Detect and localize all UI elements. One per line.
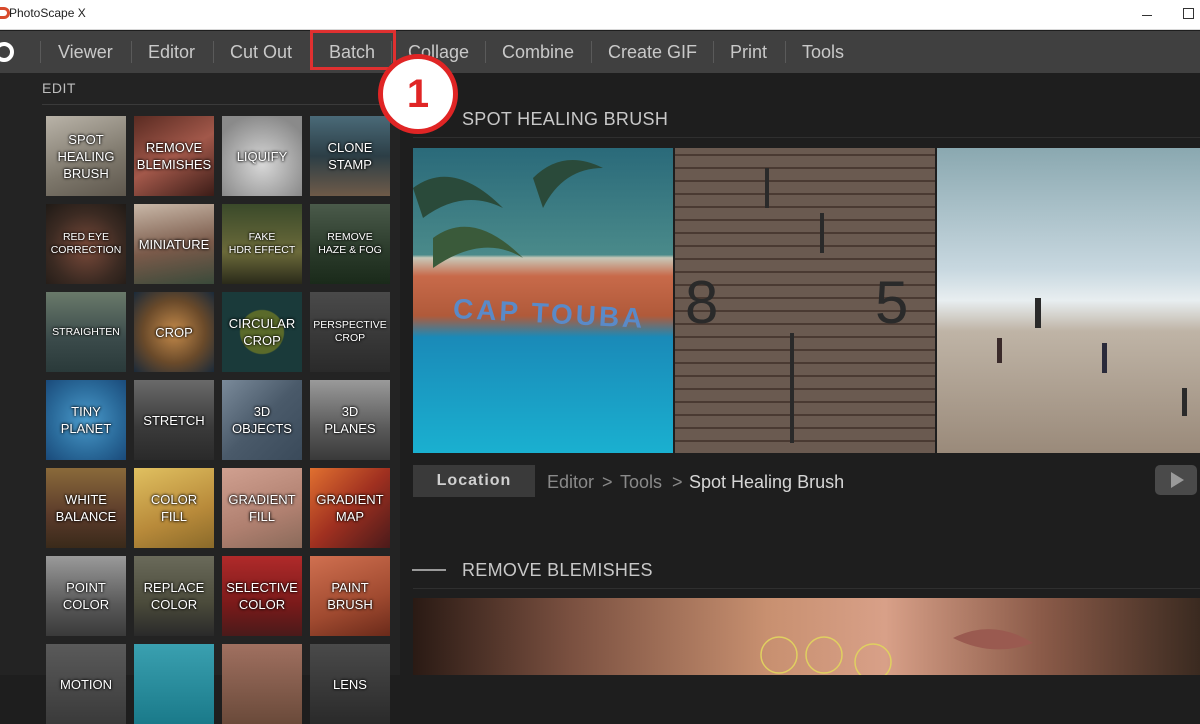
tool-clone-stamp[interactable]: CLONE STAMP bbox=[310, 116, 390, 196]
section-title-remove-blemishes: REMOVE BLEMISHES bbox=[462, 560, 653, 580]
tool-label: SPOT HEALING BRUSH bbox=[57, 131, 115, 181]
tool-tile[interactable] bbox=[134, 644, 214, 724]
tool-label: SELECTIVE COLOR bbox=[226, 580, 298, 612]
tool-label: STRAIGHTEN bbox=[52, 325, 120, 338]
tool-label: CIRCULAR CROP bbox=[228, 316, 296, 348]
menu-separator bbox=[213, 41, 214, 63]
tool-label: REMOVE HAZE & FOG bbox=[318, 231, 382, 256]
main-menu-bar: Viewer Editor Cut Out Batch Collage Comb… bbox=[0, 31, 1200, 73]
section-title-spot-healing: SPOT HEALING BRUSH bbox=[462, 109, 669, 129]
breadcrumb-current: Spot Healing Brush bbox=[689, 472, 845, 492]
tool-gradient-fill[interactable]: GRADIENT FILL bbox=[222, 468, 302, 548]
play-video-button[interactable] bbox=[1155, 465, 1197, 495]
tool-lens[interactable]: LENS bbox=[310, 644, 390, 724]
menu-cut-out[interactable]: Cut Out bbox=[230, 31, 292, 73]
tool-label: MINIATURE bbox=[138, 236, 210, 252]
tool-label: CROP bbox=[155, 324, 193, 340]
menu-separator bbox=[785, 41, 786, 63]
tool-liquify[interactable]: LIQUIFY bbox=[222, 116, 302, 196]
tool-label: FAKE HDR EFFECT bbox=[228, 231, 296, 256]
tool-remove-blemishes[interactable]: REMOVE BLEMISHES bbox=[134, 116, 214, 196]
breadcrumb-tools[interactable]: Tools bbox=[620, 472, 662, 493]
tool-label: GRADIENT FILL bbox=[228, 492, 296, 524]
tool-label: CLONE STAMP bbox=[327, 140, 373, 172]
batch-highlight-box bbox=[310, 30, 396, 70]
tool-label: POINT COLOR bbox=[62, 580, 110, 612]
tool-label: GRADIENT MAP bbox=[316, 492, 384, 524]
tool-circular-crop[interactable]: CIRCULAR CROP bbox=[222, 292, 302, 372]
edit-section-label: EDIT bbox=[42, 80, 76, 96]
blemish-markers-graphic bbox=[760, 629, 1033, 675]
maximize-button[interactable] bbox=[1183, 8, 1194, 19]
tool-3d-planes[interactable]: 3D PLANES bbox=[310, 380, 390, 460]
menu-print[interactable]: Print bbox=[730, 31, 767, 73]
tool-label: RED EYE CORRECTION bbox=[50, 231, 122, 256]
menu-combine[interactable]: Combine bbox=[502, 31, 574, 73]
section-marker bbox=[412, 569, 446, 571]
step-number-badge: 1 bbox=[378, 54, 458, 134]
photoscape-logo-icon[interactable] bbox=[0, 40, 16, 64]
tool-label: REMOVE BLEMISHES bbox=[136, 140, 212, 172]
menu-separator bbox=[131, 41, 132, 63]
menu-tools[interactable]: Tools bbox=[802, 31, 844, 73]
tool-crop[interactable]: CROP bbox=[134, 292, 214, 372]
photo-portrait bbox=[413, 598, 1200, 675]
tool-straighten[interactable]: STRAIGHTEN bbox=[46, 292, 126, 372]
tool-label: COLOR FILL bbox=[150, 492, 198, 524]
tool-label: 3D PLANES bbox=[324, 404, 376, 436]
tool-replace-color[interactable]: REPLACE COLOR bbox=[134, 556, 214, 636]
minimize-button[interactable] bbox=[1138, 7, 1158, 23]
tool-label: PAINT BRUSH bbox=[327, 580, 373, 612]
breadcrumb-editor[interactable]: Editor bbox=[547, 472, 594, 493]
photo-beach bbox=[937, 148, 1200, 453]
tool-miniature[interactable]: MINIATURE bbox=[134, 204, 214, 284]
edit-divider bbox=[42, 104, 392, 105]
menu-create-gif[interactable]: Create GIF bbox=[608, 31, 697, 73]
window-title: PhotoScape X bbox=[9, 6, 86, 20]
menu-separator bbox=[713, 41, 714, 63]
menu-separator bbox=[485, 41, 486, 63]
edit-tool-grid: SPOT HEALING BRUSH REMOVE BLEMISHES LIQU… bbox=[46, 116, 398, 724]
tool-label: STRETCH bbox=[143, 412, 205, 428]
title-bar: PhotoScape X bbox=[0, 0, 1200, 30]
section-divider bbox=[413, 588, 1200, 589]
tool-paint-brush[interactable]: PAINT BRUSH bbox=[310, 556, 390, 636]
tool-perspective-crop[interactable]: PERSPECTIVE CROP bbox=[310, 292, 390, 372]
menu-viewer[interactable]: Viewer bbox=[58, 31, 113, 73]
tool-label: TINY PLANET bbox=[60, 404, 112, 436]
tool-motion[interactable]: MOTION bbox=[46, 644, 126, 724]
menu-editor[interactable]: Editor bbox=[148, 31, 195, 73]
tool-label: REPLACE COLOR bbox=[143, 580, 205, 612]
tool-red-eye-correction[interactable]: RED EYE CORRECTION bbox=[46, 204, 126, 284]
tool-label: PERSPECTIVE CROP bbox=[313, 319, 387, 344]
photo-brick-wall: 8 5 bbox=[675, 148, 935, 453]
section-divider bbox=[413, 137, 1200, 138]
tool-label: LENS bbox=[333, 676, 367, 692]
tool-label: WHITE BALANCE bbox=[55, 492, 117, 524]
tool-fake-hdr-effect[interactable]: FAKE HDR EFFECT bbox=[222, 204, 302, 284]
tool-3d-objects[interactable]: 3D OBJECTS bbox=[222, 380, 302, 460]
tool-tiny-planet[interactable]: TINY PLANET bbox=[46, 380, 126, 460]
breadcrumb-separator: > bbox=[602, 472, 613, 492]
tool-stretch[interactable]: STRETCH bbox=[134, 380, 214, 460]
tool-tile[interactable] bbox=[222, 644, 302, 724]
tool-spot-healing-brush[interactable]: SPOT HEALING BRUSH bbox=[46, 116, 126, 196]
tool-selective-color[interactable]: SELECTIVE COLOR bbox=[222, 556, 302, 636]
tool-gradient-map[interactable]: GRADIENT MAP bbox=[310, 468, 390, 548]
tool-label: MOTION bbox=[60, 676, 112, 692]
tool-point-color[interactable]: POINT COLOR bbox=[46, 556, 126, 636]
menu-separator bbox=[591, 41, 592, 63]
tool-remove-haze-fog[interactable]: REMOVE HAZE & FOG bbox=[310, 204, 390, 284]
breadcrumb-separator: > bbox=[672, 472, 683, 492]
tool-label: 3D OBJECTS bbox=[232, 404, 292, 436]
location-button[interactable]: Location bbox=[413, 465, 535, 497]
menu-separator bbox=[40, 41, 41, 63]
tool-label: LIQUIFY bbox=[236, 148, 288, 164]
tool-white-balance[interactable]: WHITE BALANCE bbox=[46, 468, 126, 548]
photo-boat: CAP TOUBA bbox=[413, 148, 673, 453]
tool-color-fill[interactable]: COLOR FILL bbox=[134, 468, 214, 548]
beach-figures-graphic bbox=[997, 298, 1187, 416]
wall-hooks-graphic bbox=[765, 168, 824, 443]
